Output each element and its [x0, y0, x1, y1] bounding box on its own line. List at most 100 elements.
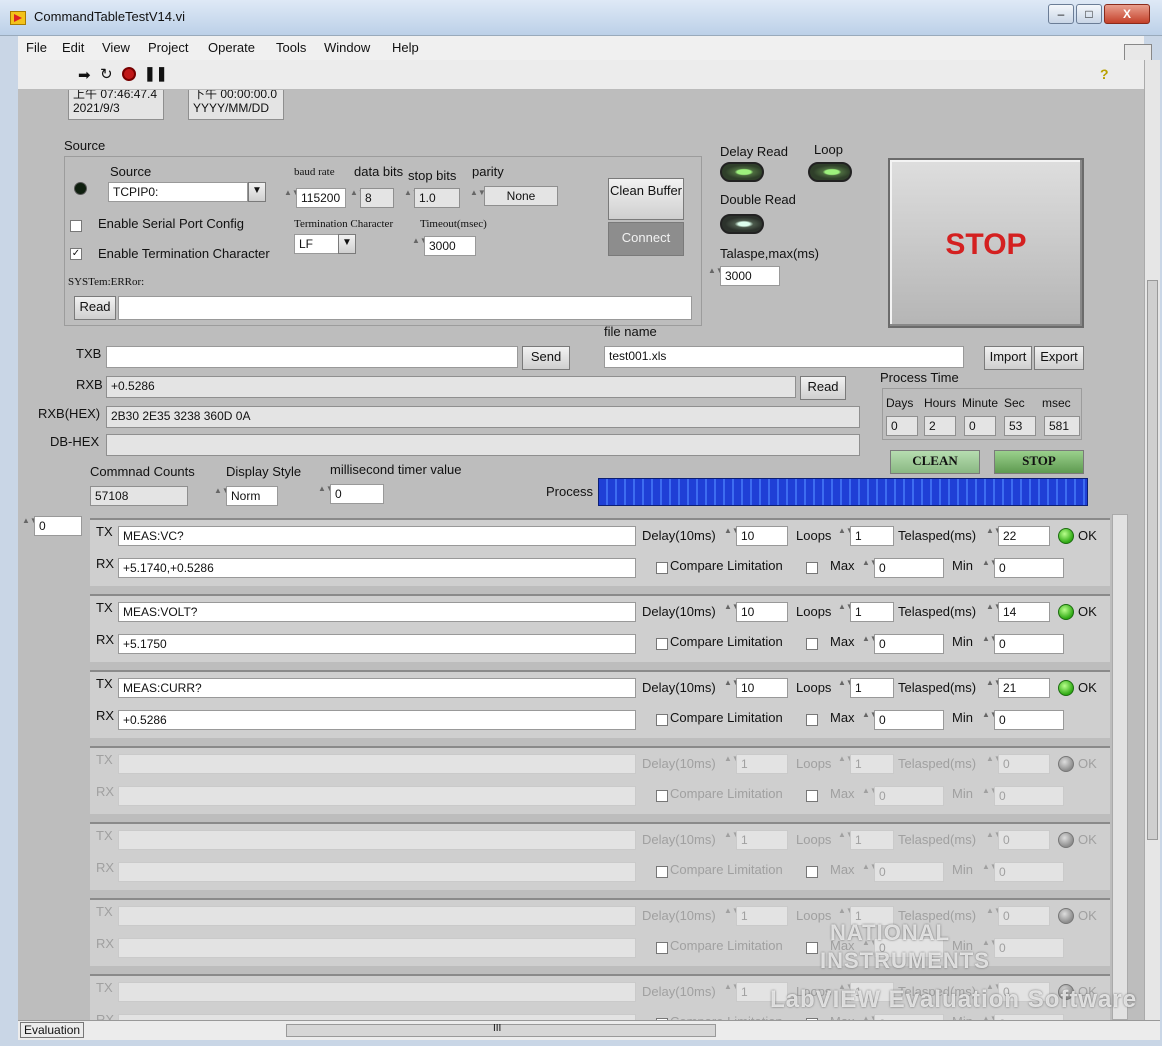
rxb-read-button[interactable]: Read: [800, 376, 846, 400]
menu-edit[interactable]: Edit: [62, 40, 84, 55]
stop-button[interactable]: STOP: [888, 158, 1084, 328]
tx-command-field[interactable]: MEAS:CURR?: [118, 678, 636, 698]
spin-icon[interactable]: ▲▼: [986, 906, 1002, 926]
compare-limitation-checkbox[interactable]: [656, 790, 668, 802]
menu-view[interactable]: View: [102, 40, 130, 55]
menu-file[interactable]: File: [26, 40, 47, 55]
talaspe-field[interactable]: 3000: [720, 266, 780, 286]
delay-field[interactable]: 1: [736, 830, 788, 850]
spin-icon[interactable]: ▲▼: [982, 558, 998, 578]
array-scrollbar[interactable]: [1112, 514, 1128, 1020]
spin-icon[interactable]: ▲▼: [708, 266, 724, 286]
import-button[interactable]: Import: [984, 346, 1032, 370]
spin-icon[interactable]: ▲▼: [838, 602, 854, 622]
limit-checkbox[interactable]: [806, 790, 818, 802]
spin-icon[interactable]: ▲▼: [982, 710, 998, 730]
min-field[interactable]: 0: [994, 862, 1064, 882]
min-field[interactable]: 0: [994, 710, 1064, 730]
compare-limitation-checkbox[interactable]: [656, 562, 668, 574]
export-button[interactable]: Export: [1034, 346, 1084, 370]
min-field[interactable]: 0: [994, 558, 1064, 578]
spin-icon[interactable]: ▲▼: [862, 558, 878, 578]
loops-field[interactable]: 1: [850, 602, 894, 622]
loops-field[interactable]: 1: [850, 678, 894, 698]
spin-icon[interactable]: ▲▼: [412, 236, 428, 256]
tx-command-field[interactable]: [118, 982, 636, 1002]
spin-icon[interactable]: ▲▼: [318, 484, 334, 504]
spin-icon[interactable]: ▲▼: [724, 678, 740, 698]
delay-field[interactable]: 1: [736, 906, 788, 926]
termination-character-select[interactable]: LF: [294, 234, 342, 254]
spin-icon[interactable]: ▲▼: [214, 486, 230, 506]
tx-command-field[interactable]: MEAS:VC?: [118, 526, 636, 546]
horizontal-scrollbar[interactable]: III: [286, 1023, 716, 1037]
delay-read-toggle[interactable]: [720, 162, 764, 182]
loop-toggle[interactable]: [808, 162, 852, 182]
clean-button[interactable]: CLEAN: [890, 450, 980, 474]
spin-icon[interactable]: ▲▼: [22, 516, 38, 536]
delay-field[interactable]: 1: [736, 754, 788, 774]
spin-icon[interactable]: ▲▼: [724, 830, 740, 850]
spin-icon[interactable]: ▲▼: [838, 678, 854, 698]
limit-checkbox[interactable]: [806, 866, 818, 878]
min-field[interactable]: 0: [994, 634, 1064, 654]
enable-serial-checkbox[interactable]: [70, 220, 82, 232]
compare-limitation-checkbox[interactable]: [656, 714, 668, 726]
delay-field[interactable]: 10: [736, 678, 788, 698]
spin-icon[interactable]: ▲▼: [838, 526, 854, 546]
send-button[interactable]: Send: [522, 346, 570, 370]
spin-icon[interactable]: ▲▼: [986, 678, 1002, 698]
menu-tools[interactable]: Tools: [276, 40, 306, 55]
spin-icon[interactable]: ▲▼: [470, 188, 486, 208]
spin-icon[interactable]: ▲▼: [724, 602, 740, 622]
maximize-button[interactable]: □: [1076, 4, 1102, 24]
run-continuously-icon[interactable]: ↻: [100, 65, 113, 83]
spin-icon[interactable]: ▲▼: [862, 786, 878, 806]
spin-icon[interactable]: ▲▼: [982, 862, 998, 882]
loops-field[interactable]: 1: [850, 526, 894, 546]
scroll-thumb[interactable]: [1147, 280, 1158, 840]
spin-icon[interactable]: ▲▼: [724, 754, 740, 774]
spin-icon[interactable]: ▲▼: [724, 982, 740, 1002]
max-field[interactable]: 0: [874, 710, 944, 730]
spin-icon[interactable]: ▲▼: [862, 862, 878, 882]
menu-help[interactable]: Help: [392, 40, 419, 55]
spin-icon[interactable]: ▲▼: [862, 634, 878, 654]
spin-icon[interactable]: ▲▼: [986, 602, 1002, 622]
limit-checkbox[interactable]: [806, 714, 818, 726]
enable-term-checkbox[interactable]: ✓: [70, 248, 82, 260]
context-help-icon[interactable]: ?: [1100, 66, 1109, 82]
run-arrow-icon[interactable]: ➡: [78, 66, 91, 84]
stop-bits-field[interactable]: 1.0: [414, 188, 460, 208]
tx-command-field[interactable]: [118, 754, 636, 774]
spin-icon[interactable]: ▲▼: [986, 526, 1002, 546]
minimize-button[interactable]: –: [1048, 4, 1074, 24]
display-style-field[interactable]: Norm: [226, 486, 278, 506]
close-button[interactable]: X: [1104, 4, 1150, 24]
max-field[interactable]: 0: [874, 558, 944, 578]
spin-icon[interactable]: ▲▼: [724, 526, 740, 546]
min-field[interactable]: 0: [994, 786, 1064, 806]
delay-field[interactable]: 10: [736, 602, 788, 622]
spin-icon[interactable]: ▲▼: [862, 710, 878, 730]
spin-icon[interactable]: ▲▼: [986, 830, 1002, 850]
max-field[interactable]: 0: [874, 634, 944, 654]
limit-checkbox[interactable]: [806, 638, 818, 650]
max-field[interactable]: 0: [874, 786, 944, 806]
tx-command-field[interactable]: MEAS:VOLT?: [118, 602, 636, 622]
max-field[interactable]: 0: [874, 862, 944, 882]
spin-icon[interactable]: ▲▼: [724, 906, 740, 926]
syserr-read-button[interactable]: Read: [74, 296, 116, 320]
file-name-field[interactable]: test001.xls: [604, 346, 964, 368]
process-stop-button[interactable]: STOP: [994, 450, 1084, 474]
visa-resource-select[interactable]: TCPIP0:: [108, 182, 248, 202]
baud-rate-field[interactable]: 115200: [296, 188, 346, 208]
pause-icon[interactable]: ❚❚: [144, 65, 167, 82]
spin-icon[interactable]: ▲▼: [982, 786, 998, 806]
compare-limitation-checkbox[interactable]: [656, 866, 668, 878]
chevron-down-icon[interactable]: ▼: [248, 182, 266, 202]
parity-field[interactable]: None: [484, 186, 558, 206]
tx-command-field[interactable]: [118, 906, 636, 926]
menu-project[interactable]: Project: [148, 40, 188, 55]
spin-icon[interactable]: ▲▼: [838, 754, 854, 774]
